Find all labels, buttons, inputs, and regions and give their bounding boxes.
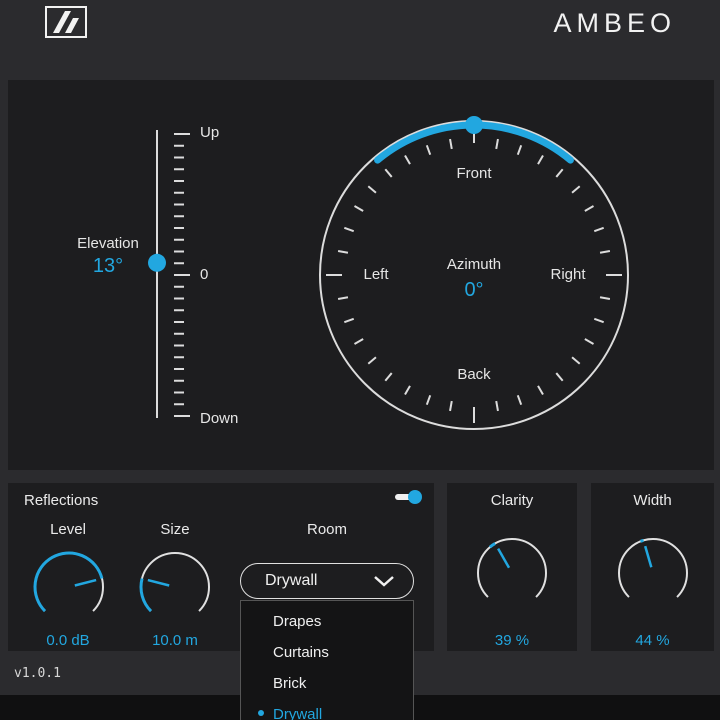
azimuth-tick xyxy=(404,154,411,165)
room-dropdown-menu: Drapes Curtains Brick Drywall xyxy=(240,600,414,720)
clarity-title: Clarity xyxy=(490,492,534,509)
level-value: 0.0 dB xyxy=(46,632,90,649)
elevation-zero-label: 0 xyxy=(200,266,209,283)
azimuth-tick xyxy=(449,138,453,150)
azimuth-tick xyxy=(425,394,432,406)
azimuth-tick xyxy=(599,250,611,254)
azimuth-tick xyxy=(516,144,523,156)
azimuth-left-label: Left xyxy=(363,266,389,283)
azimuth-tick xyxy=(537,154,544,165)
width-title: Width xyxy=(633,492,672,509)
clarity-value: 39 % xyxy=(494,632,530,649)
elevation-up-label: Up xyxy=(200,124,220,141)
room-option-drywall[interactable]: Drywall xyxy=(273,706,322,720)
size-knob[interactable] xyxy=(136,548,214,626)
elevation-label: Elevation xyxy=(77,235,139,252)
azimuth-tick xyxy=(495,138,499,150)
azimuth-label: Azimuth xyxy=(446,256,502,273)
azimuth-right-label: Right xyxy=(550,266,586,283)
azimuth-value: 0° xyxy=(464,279,484,301)
level-knob[interactable] xyxy=(30,548,108,626)
azimuth-tick xyxy=(537,385,544,396)
elevation-scale xyxy=(174,133,190,417)
azimuth-tick xyxy=(449,400,453,412)
azimuth-front-label: Front xyxy=(456,165,492,182)
azimuth-tick xyxy=(593,226,605,233)
azimuth-tick xyxy=(571,356,581,365)
room-option-drapes[interactable]: Drapes xyxy=(273,613,321,630)
azimuth-tick xyxy=(353,338,364,345)
room-label: Room xyxy=(306,521,347,538)
room-option-curtains[interactable]: Curtains xyxy=(273,644,329,661)
elevation-slider[interactable] xyxy=(148,130,190,418)
azimuth-tick xyxy=(337,250,349,254)
room-option-brick[interactable]: Brick xyxy=(273,675,306,692)
azimuth-tick xyxy=(555,372,564,382)
chevron-down-icon xyxy=(374,576,394,587)
size-label: Size xyxy=(160,521,190,538)
azimuth-tick xyxy=(555,168,564,178)
azimuth-handle[interactable] xyxy=(465,116,483,134)
selected-dot-icon xyxy=(258,710,264,716)
azimuth-tick xyxy=(425,144,432,156)
header: AMBEO xyxy=(0,0,720,80)
elevation-down-label: Down xyxy=(200,410,239,427)
azimuth-tick xyxy=(353,205,364,212)
azimuth-tick xyxy=(495,400,499,412)
azimuth-tick xyxy=(337,296,349,300)
brand-title: AMBEO xyxy=(553,8,676,38)
width-knob[interactable] xyxy=(614,534,692,612)
azimuth-tick xyxy=(516,394,523,406)
reflections-toggle[interactable] xyxy=(394,489,424,505)
reflections-title: Reflections xyxy=(24,492,99,509)
azimuth-tick xyxy=(571,185,581,194)
room-selected-value: Drywall xyxy=(265,572,318,589)
azimuth-tick xyxy=(367,185,377,194)
azimuth-tick xyxy=(384,372,393,382)
room-select[interactable]: Drywall xyxy=(240,563,414,599)
panner-stage: Elevation 13° Up 0 Down Front Back Left … xyxy=(8,80,714,470)
sennheiser-logo-icon xyxy=(45,6,87,38)
level-label: Level xyxy=(50,521,86,538)
elevation-value: 13° xyxy=(92,255,124,277)
azimuth-tick xyxy=(343,226,355,233)
size-value: 10.0 m xyxy=(152,632,198,649)
azimuth-tick xyxy=(584,205,595,212)
azimuth-tick xyxy=(404,385,411,396)
clarity-knob[interactable] xyxy=(473,534,551,612)
azimuth-back-label: Back xyxy=(457,366,491,383)
azimuth-tick xyxy=(384,168,393,178)
azimuth-tick xyxy=(584,338,595,345)
width-value: 44 % xyxy=(635,632,670,649)
azimuth-tick xyxy=(367,356,377,365)
azimuth-tick xyxy=(593,317,605,324)
azimuth-tick xyxy=(599,296,611,300)
azimuth-tick xyxy=(343,317,355,324)
version-label: v1.0.1 xyxy=(14,666,61,681)
